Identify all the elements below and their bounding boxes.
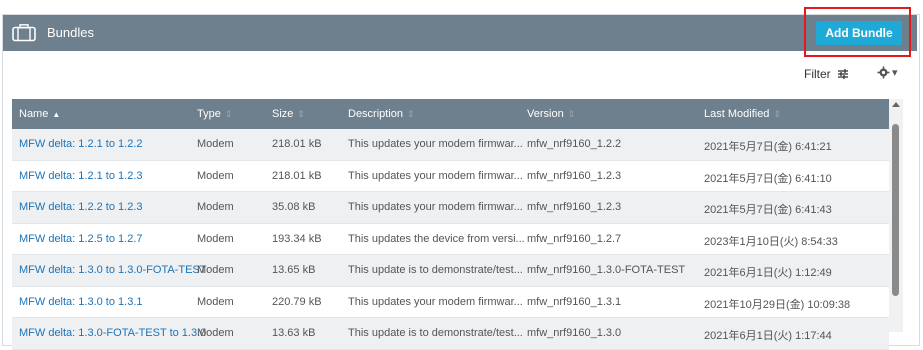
col-last-modified-label: Last Modified [704, 108, 770, 120]
table-row[interactable]: MFW delta: 1.2.1 to 1.2.2 Modem 218.01 k… [12, 129, 889, 161]
bundle-type: Modem [197, 264, 234, 276]
bundle-size: 193.34 kB [272, 232, 322, 245]
bundle-version: mfw_nrf9160_1.3.1 [527, 295, 622, 308]
bundle-version: mfw_nrf9160_1.3.0-FOTA-TEST [527, 264, 686, 276]
bundle-last-modified: 2021年5月7日(金) 6:41:21 [704, 141, 832, 153]
col-version[interactable]: Version ⇕ [527, 108, 575, 120]
settings-menu[interactable]: ▾ [877, 66, 898, 79]
chevron-down-icon: ▾ [892, 67, 898, 79]
bundle-last-modified: 2021年10月29日(金) 10:09:38 [704, 298, 851, 311]
bundle-size: 220.79 kB [272, 295, 322, 308]
bundle-name-link[interactable]: MFW delta: 1.2.2 to 1.2.3 [19, 201, 143, 213]
briefcase-icon [12, 24, 36, 42]
sort-icon: ⇕ [224, 109, 233, 119]
filter-sliders-icon [837, 69, 848, 79]
col-description[interactable]: Description ⇕ [348, 108, 415, 120]
bundle-type: Modem [197, 138, 234, 150]
bundle-description: This updates your modem firmwar... [348, 201, 523, 213]
table-row[interactable]: MFW delta: 1.3.0 to 1.3.1 Modem 220.79 k… [12, 287, 889, 318]
bundle-description: This updates your modem firmwar... [348, 295, 523, 308]
sort-icon: ⇕ [407, 109, 415, 119]
bundle-description: This updates the device from versi... [348, 232, 525, 245]
bundle-type: Modem [197, 201, 234, 213]
col-size[interactable]: Size ⇕ [272, 108, 305, 120]
gear-icon [877, 66, 890, 79]
col-type-label: Type [197, 108, 221, 120]
scrollbar-thumb[interactable] [892, 124, 899, 296]
filter-label: Filter [804, 67, 831, 81]
bundle-name-link[interactable]: MFW delta: 1.2.1 to 1.2.3 [19, 170, 143, 182]
bundle-type: Modem [197, 169, 234, 182]
bundle-version: mfw_nrf9160_1.2.2 [527, 138, 622, 150]
bundle-size: 13.65 kB [272, 264, 316, 276]
filter-button[interactable]: Filter [804, 67, 849, 81]
col-size-label: Size [272, 108, 294, 120]
sort-icon: ⇕ [567, 109, 576, 119]
bundle-name-link[interactable]: MFW delta: 1.2.1 to 1.2.2 [19, 138, 143, 150]
bundle-name-link[interactable]: MFW delta: 1.3.0 to 1.3.0-FOTA-TEST [19, 264, 206, 276]
panel-header: Bundles [3, 15, 917, 51]
bundle-name-link[interactable]: MFW delta: 1.2.5 to 1.2.7 [19, 233, 143, 245]
bundle-last-modified: 2021年6月1日(火) 1:12:49 [704, 267, 832, 279]
col-version-label: Version [527, 108, 564, 120]
bundle-size: 35.08 kB [272, 201, 316, 213]
add-bundle-button[interactable]: Add Bundle [816, 21, 902, 45]
col-description-label: Description [348, 108, 404, 120]
bundle-size: 218.01 kB [272, 169, 322, 182]
bundle-size: 218.01 kB [272, 138, 322, 150]
bundle-type: Modem [197, 232, 234, 245]
bundle-last-modified: 2021年5月7日(金) 6:41:43 [704, 204, 832, 216]
bundle-last-modified: 2023年1月10日(火) 8:54:33 [704, 235, 838, 248]
sort-asc-icon: ▲ [52, 109, 61, 119]
bundle-description: This update is to demonstrate/test... [348, 327, 523, 339]
bundle-type: Modem [197, 295, 234, 308]
bundle-version: mfw_nrf9160_1.2.3 [527, 169, 622, 182]
scroll-up-icon[interactable] [892, 102, 900, 107]
sort-icon: ⇕ [773, 109, 781, 119]
bundle-last-modified: 2021年6月1日(火) 1:17:44 [704, 330, 832, 342]
table-row[interactable]: MFW delta: 1.3.0 to 1.3.0-FOTA-TEST Mode… [12, 255, 889, 287]
table-row[interactable]: MFW delta: 1.2.2 to 1.2.3 Modem 35.08 kB… [12, 192, 889, 224]
panel-title: Bundles [47, 25, 94, 40]
table-row[interactable]: MFW delta: 1.2.1 to 1.2.3 Modem 218.01 k… [12, 161, 889, 192]
bundle-description: This updates your modem firmwar... [348, 169, 523, 182]
bundle-description: This updates your modem firmwar... [348, 138, 523, 150]
bundle-size: 13.63 kB [272, 327, 316, 339]
col-last-modified[interactable]: Last Modified ⇕ [704, 108, 781, 120]
sort-icon: ⇕ [297, 109, 305, 119]
table-row[interactable]: MFW delta: 1.2.5 to 1.2.7 Modem 193.34 k… [12, 224, 889, 255]
bundles-table: Name ▲ Type ⇕ Size ⇕ Description ⇕ Versi… [12, 99, 889, 350]
bundle-version: mfw_nrf9160_1.3.0 [527, 327, 622, 339]
col-name-label: Name [19, 108, 49, 120]
col-name[interactable]: Name ▲ [19, 108, 60, 120]
bundle-type: Modem [197, 327, 234, 339]
bundle-version: mfw_nrf9160_1.2.7 [527, 232, 622, 245]
table-row[interactable]: MFW delta: 1.3.0-FOTA-TEST to 1.3.0 Mode… [12, 318, 889, 350]
bundle-name-link[interactable]: MFW delta: 1.3.0-FOTA-TEST to 1.3.0 [19, 327, 206, 339]
bundle-last-modified: 2021年5月7日(金) 6:41:10 [704, 172, 832, 185]
bundle-description: This update is to demonstrate/test... [348, 264, 523, 276]
bundle-name-link[interactable]: MFW delta: 1.3.0 to 1.3.1 [19, 296, 143, 308]
bundle-version: mfw_nrf9160_1.2.3 [527, 201, 622, 213]
col-type[interactable]: Type ⇕ [197, 108, 232, 120]
table-header: Name ▲ Type ⇕ Size ⇕ Description ⇕ Versi… [12, 99, 889, 129]
